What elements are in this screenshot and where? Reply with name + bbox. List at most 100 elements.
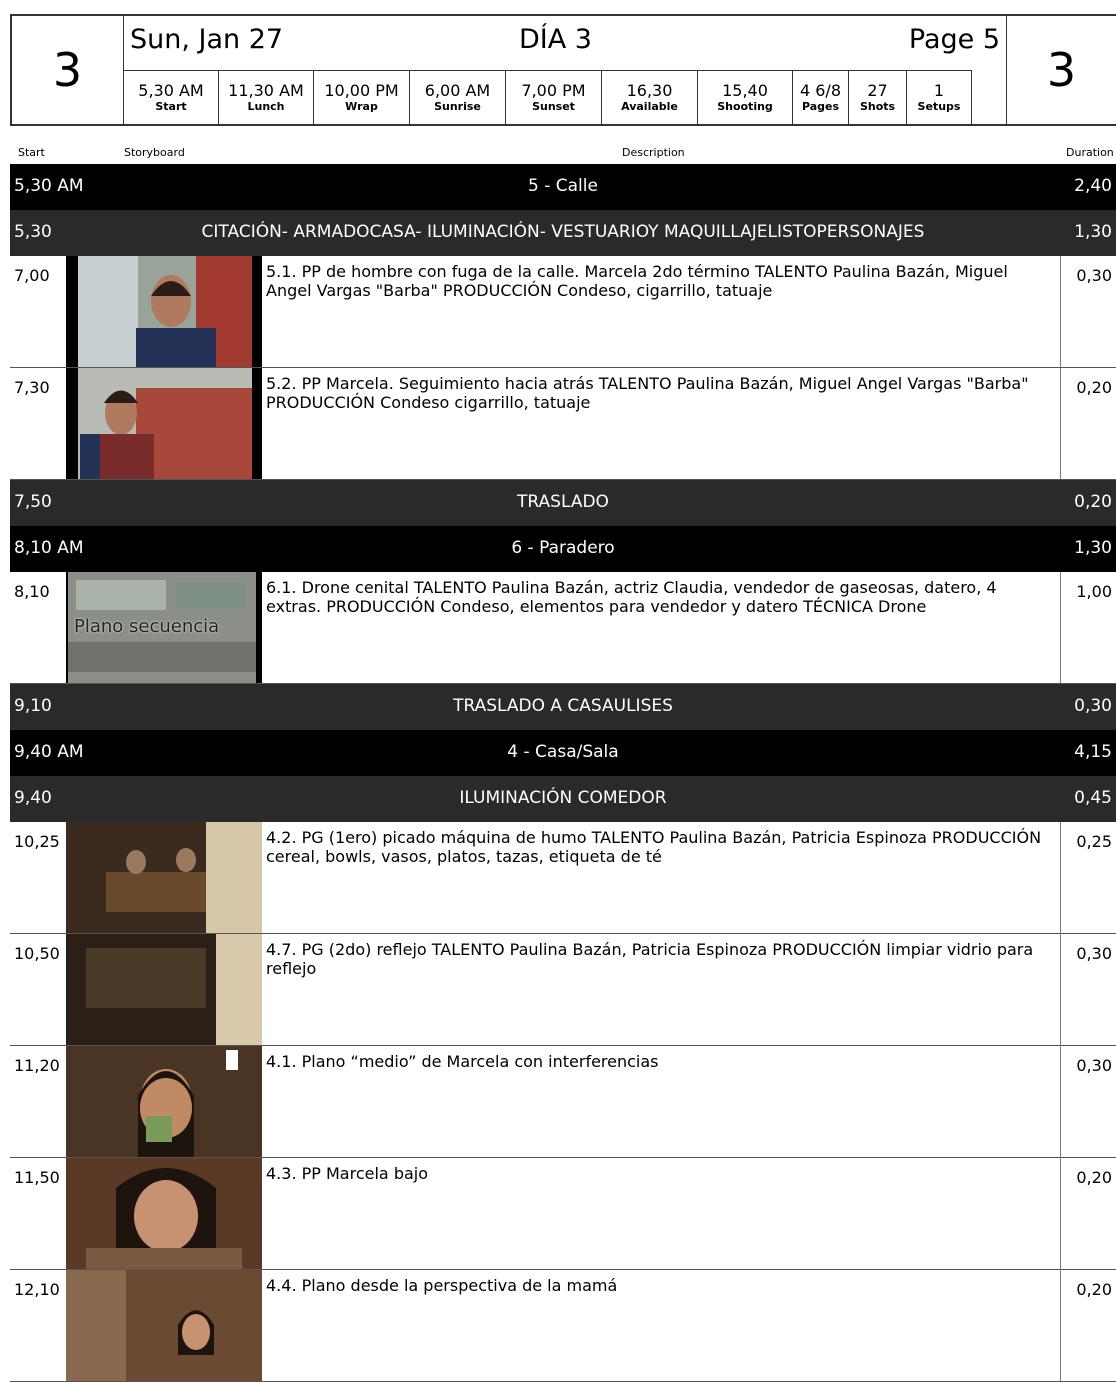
schedule-header: 3 Sun, Jan 27 DÍA 3 Page 5 5,30 AM Start 1… xyxy=(10,14,1116,126)
row-duration: 2,40 xyxy=(1074,176,1112,196)
duration-divider xyxy=(1060,1158,1061,1269)
shot-description: 4.2. PG (1ero) picado máquina de humo TA… xyxy=(266,828,1042,866)
stat-label: Available xyxy=(621,99,678,113)
storyboard-thumbnail xyxy=(66,1270,262,1381)
banner-row: 7,50 TRASLADO 0,20 xyxy=(10,480,1116,526)
row-duration: 4,15 xyxy=(1074,742,1112,762)
duration-divider xyxy=(1060,1046,1061,1157)
shot-row: 12,10 4.4. Plano desde la perspectiva de … xyxy=(10,1270,1116,1382)
row-title: 6 - Paradero xyxy=(511,538,615,558)
storyboard-thumbnail xyxy=(66,256,262,367)
row-start: 9,40 xyxy=(14,788,52,808)
stat-3: 6,00 AM Sunrise xyxy=(409,70,506,124)
shot-start: 7,00 xyxy=(14,266,50,285)
duration-divider xyxy=(1060,572,1061,683)
scene-header-row: 8,10 AM 6 - Paradero 1,30 xyxy=(10,526,1116,572)
storyboard-thumbnail xyxy=(66,368,262,479)
stat-value: 11,30 AM xyxy=(228,80,304,100)
shot-duration: 0,30 xyxy=(1076,266,1112,285)
storyboard-thumbnail xyxy=(66,1046,262,1157)
duration-divider xyxy=(1060,934,1061,1045)
storyboard-thumbnail xyxy=(66,822,262,933)
row-duration: 0,30 xyxy=(1074,696,1112,716)
stat-label: Sunset xyxy=(532,99,575,113)
stat-label: Shots xyxy=(859,99,896,113)
shot-description: 4.7. PG (2do) reflejo TALENTO Paulina Ba… xyxy=(266,940,1034,978)
scene-header-row: 5,30 AM 5 - Calle 2,40 xyxy=(10,164,1116,210)
shot-row: 11,20 4.1. Plano “medio” de Marcela con i… xyxy=(10,1046,1116,1158)
storyboard-thumbnail xyxy=(66,1158,262,1269)
stat-value: 4 6/8 xyxy=(799,80,841,100)
stat-label: Shooting xyxy=(717,99,773,113)
stat-label: Setups xyxy=(917,99,961,113)
duration-divider xyxy=(1060,368,1061,479)
row-duration: 1,30 xyxy=(1074,538,1112,558)
stat-value: 6,00 AM xyxy=(424,80,491,100)
shot-duration: 0,20 xyxy=(1076,1280,1112,1299)
shot-start: 7,30 xyxy=(14,378,50,397)
banner-row: 9,10 TRASLADO A CASAULISES 0,30 xyxy=(10,684,1116,730)
row-duration: 0,45 xyxy=(1074,788,1112,808)
thumbnail-caption: Plano secuencia xyxy=(74,616,220,637)
day-number-left: 3 xyxy=(12,16,124,124)
stat-value: 5,30 AM xyxy=(138,80,204,100)
shot-start: 11,50 xyxy=(14,1168,60,1187)
stat-value: 16,30 xyxy=(626,80,673,100)
shot-description: 6.1. Drone cenital TALENTO Paulina Bazán… xyxy=(266,578,997,616)
shot-start: 8,10 xyxy=(14,582,50,601)
header-day-label: DÍA 3 xyxy=(519,24,592,55)
stat-label: Sunrise xyxy=(434,99,481,113)
scene-header-row: 9,40 AM 4 - Casa/Sala 4,15 xyxy=(10,730,1116,776)
duration-divider xyxy=(1060,1270,1061,1381)
stat-8: 27 Shots xyxy=(848,70,907,124)
stat-4: 7,00 PM Sunset xyxy=(505,70,602,124)
stat-value: 15,40 xyxy=(722,80,768,100)
header-page: Page 5 xyxy=(908,24,1000,55)
day-number-right: 3 xyxy=(1006,16,1116,124)
row-start: 7,50 xyxy=(14,492,52,512)
header-date: Sun, Jan 27 xyxy=(130,24,284,55)
stat-label: Lunch xyxy=(247,99,285,113)
shot-start: 12,10 xyxy=(14,1280,60,1299)
shot-row: 10,50 4.7. PG (2do) reflejo TALENTO Pauli… xyxy=(10,934,1116,1046)
shot-description: 5.1. PP de hombre con fuga de la calle. … xyxy=(266,262,1008,300)
stat-5: 16,30 Available xyxy=(601,70,698,124)
row-title: TRASLADO xyxy=(517,492,609,512)
shot-description: 4.3. PP Marcela bajo xyxy=(266,1164,429,1183)
column-storyboard: Storyboard xyxy=(124,146,185,159)
stat-2: 10,00 PM Wrap xyxy=(313,70,410,124)
stat-value: 27 xyxy=(867,80,888,100)
shot-start: 10,50 xyxy=(14,944,60,963)
shot-description: 4.4. Plano desde la perspectiva de la ma… xyxy=(266,1276,618,1295)
shot-duration: 0,30 xyxy=(1076,1056,1112,1075)
shot-description: 5.2. PP Marcela. Seguimiento hacia atrás… xyxy=(266,374,1029,412)
row-duration: 1,30 xyxy=(1074,222,1112,242)
banner-row: 9,40 ILUMINACIÓN COMEDOR 0,45 xyxy=(10,776,1116,822)
stat-value: 10,00 PM xyxy=(324,80,399,100)
shot-start: 10,25 xyxy=(14,832,60,851)
row-title: 5 - Calle xyxy=(528,176,598,196)
storyboard-thumbnail xyxy=(66,934,262,1045)
stat-6: 15,40 Shooting xyxy=(697,70,793,124)
shot-row: 8,10 Plano secuencia 6.1. Drone cenital TA… xyxy=(10,572,1116,684)
row-start: 9,10 xyxy=(14,696,52,716)
row-title: 4 - Casa/Sala xyxy=(507,742,619,762)
shot-row: 7,30 5.2. PP Marcela. Seguimiento hacia a… xyxy=(10,368,1116,480)
shot-duration: 0,20 xyxy=(1076,1168,1112,1187)
storyboard-thumbnail: Plano secuencia xyxy=(66,572,262,683)
column-duration: Duration xyxy=(1066,146,1114,159)
row-title: ILUMINACIÓN COMEDOR xyxy=(459,788,667,808)
shot-duration: 0,25 xyxy=(1076,832,1112,851)
shot-description: 4.1. Plano “medio” de Marcela con interf… xyxy=(266,1052,659,1071)
stat-label: Pages xyxy=(801,99,840,113)
stat-value: 1 xyxy=(933,80,945,100)
row-title: TRASLADO A CASAULISES xyxy=(453,696,673,716)
duration-divider xyxy=(1060,822,1061,933)
stat-1: 11,30 AM Lunch xyxy=(218,70,314,124)
schedule-rows: 5,30 AM 5 - Calle 2,40 5,30 CITACIÓN- ARMADO… xyxy=(10,164,1116,1382)
column-start: Start xyxy=(18,146,45,159)
row-duration: 0,20 xyxy=(1074,492,1112,512)
duration-divider xyxy=(1060,256,1061,367)
stat-7: 4 6/8 Pages xyxy=(792,70,849,124)
column-description: Description xyxy=(622,146,685,159)
